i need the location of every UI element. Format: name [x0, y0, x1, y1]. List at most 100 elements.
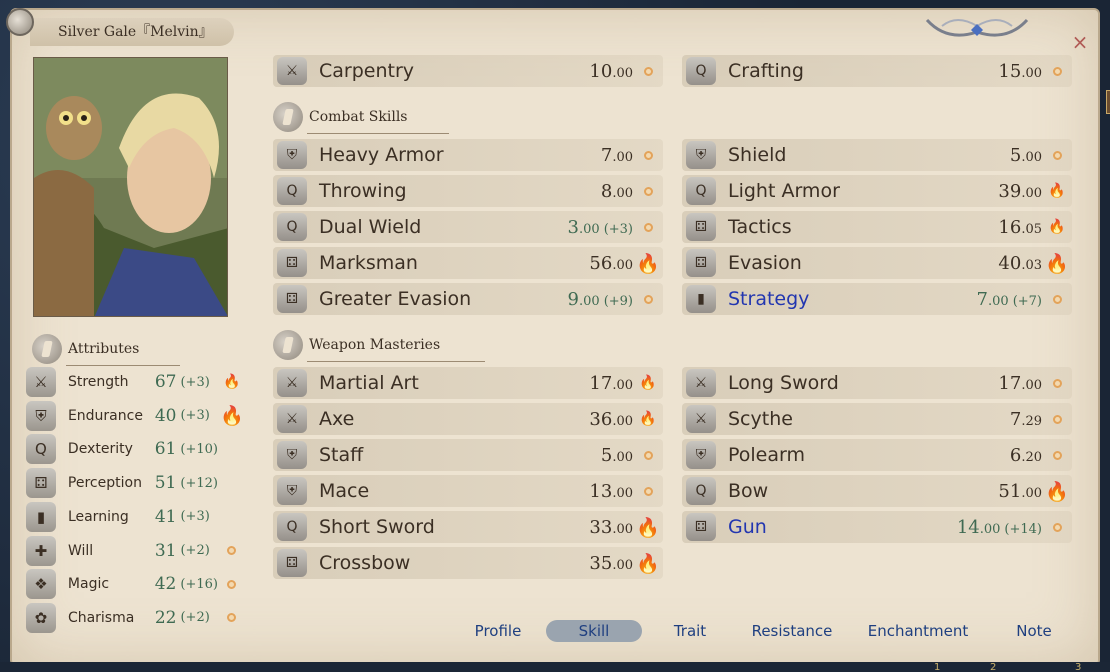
close-button[interactable]: ×: [1070, 32, 1090, 52]
scroll-handle[interactable]: [1106, 90, 1110, 114]
pin-icon: [6, 8, 34, 36]
attribute-label: Strength: [67, 374, 129, 390]
potential-dot-icon: [633, 222, 663, 232]
footer-number-3: 3: [1075, 662, 1082, 672]
skill-label[interactable]: Strategy: [728, 288, 977, 310]
skill-row-light-armor[interactable]: Q Light Armor 39.00 🔥: [682, 175, 1072, 207]
skill-value-decimal: .29: [1021, 413, 1042, 429]
skill-row-staff[interactable]: ⛨ Staff 5.00: [273, 439, 663, 471]
skill-label: Carpentry: [319, 60, 415, 82]
skill-row-greater-evasion[interactable]: ⚃ Greater Evasion 9.00 (+9): [273, 283, 663, 315]
attribute-label: Endurance: [67, 407, 143, 424]
skill-value-decimal: .00: [1021, 65, 1042, 81]
skill-row-long-sword[interactable]: ⚔ Long Sword 17.00: [682, 367, 1072, 399]
potential-dot-icon: [633, 186, 663, 196]
skill-value-decimal: .05: [1021, 221, 1042, 237]
skill-label: Martial Art: [319, 372, 419, 394]
skill-label: Evasion: [728, 252, 802, 274]
armor-icon: ⛨: [277, 141, 307, 169]
skill-value: 9.00 (+9): [568, 289, 633, 310]
skill-value-whole: 15: [998, 60, 1022, 82]
skill-value-whole: 56: [589, 252, 613, 274]
skill-row-crafting[interactable]: Q Crafting 15.00: [682, 55, 1072, 87]
dice-icon: ⚃: [277, 549, 307, 577]
skill-row-marksman[interactable]: ⚃ Marksman 56.00 🔥: [273, 247, 663, 279]
skill-row-martial-art[interactable]: ⚔ Martial Art 17.00 🔥: [273, 367, 663, 399]
crossed-swords-icon: ⚔: [277, 57, 307, 85]
attribute-row-dexterity[interactable]: Q Dexterity 61 (+10): [26, 433, 246, 465]
book-icon: ▮: [686, 285, 716, 313]
skill-row-evasion[interactable]: ⚃ Evasion 40.03 🔥: [682, 247, 1072, 279]
weapon-masteries-heading-label: Weapon Masteries: [309, 337, 441, 353]
skill-value-decimal: .00: [1021, 149, 1042, 165]
potential-dot-icon: [633, 486, 663, 496]
attribute-row-will[interactable]: ✚ Will 31 (+2): [26, 535, 246, 567]
skill-row-polearm[interactable]: ⛨ Polearm 6.20: [682, 439, 1072, 471]
skill-value-whole: 14: [956, 516, 980, 538]
attribute-row-endurance[interactable]: ⛨ Endurance 40 (+3) 🔥: [26, 400, 246, 432]
tab-enchantment[interactable]: Enchantment: [846, 620, 990, 642]
skill-row-mace[interactable]: ⛨ Mace 13.00: [273, 475, 663, 507]
skill-row-throwing[interactable]: Q Throwing 8.00: [273, 175, 663, 207]
crossed-swords-icon: ⚔: [26, 367, 56, 397]
skill-value: 7.29: [1010, 409, 1042, 430]
skill-row-short-sword[interactable]: Q Short Sword 33.00 🔥: [273, 511, 663, 543]
skill-label: Throwing: [319, 180, 407, 202]
attribute-bonus: (+3): [180, 408, 210, 424]
skill-row-bow[interactable]: Q Bow 51.00 🔥: [682, 475, 1072, 507]
skill-value: 15.00: [998, 61, 1042, 82]
attribute-value: 67: [154, 372, 177, 392]
skill-row-heavy-armor[interactable]: ⛨ Heavy Armor 7.00: [273, 139, 663, 171]
section-marker-icon: [32, 334, 62, 364]
tab-profile[interactable]: Profile: [450, 620, 546, 642]
skill-label[interactable]: Gun: [728, 516, 957, 538]
skill-row-gun[interactable]: ⚃ Gun 14.00 (+14): [682, 511, 1072, 543]
attribute-bonus: (+2): [180, 543, 210, 558]
potential-dot-icon: [218, 579, 246, 589]
flame-icon: 🔥: [1048, 219, 1066, 235]
skill-value: 13.00: [589, 481, 633, 502]
skill-value-whole: 7: [1009, 408, 1022, 430]
flame-plus-icon: 🔥: [636, 252, 660, 275]
skill-row-carpentry[interactable]: ⚔ Carpentry 10.00: [273, 55, 663, 87]
tab-skill[interactable]: Skill: [546, 620, 642, 642]
attribute-label: Will: [67, 542, 94, 559]
armor-icon: ⛨: [686, 441, 716, 469]
attribute-row-magic[interactable]: ❖ Magic 42 (+16): [26, 568, 246, 600]
attribute-row-strength[interactable]: ⚔ Strength 67 (+3) 🔥: [26, 366, 246, 398]
skill-row-tactics[interactable]: ⚃ Tactics 16.05 🔥: [682, 211, 1072, 243]
skill-label: Axe: [319, 408, 355, 430]
skill-row-axe[interactable]: ⚔ Axe 36.00 🔥: [273, 403, 663, 435]
attribute-row-learning[interactable]: ▮ Learning 41 (+3): [26, 501, 246, 533]
skill-value: 33.00: [589, 517, 633, 538]
skill-value: 16.05: [998, 217, 1042, 238]
skill-value-decimal: .00: [1021, 185, 1042, 201]
skill-value: 5.00: [1010, 145, 1042, 166]
potential-dot-icon: [1042, 66, 1072, 76]
skill-row-shield[interactable]: ⛨ Shield 5.00: [682, 139, 1072, 171]
potential-dot-icon: [1042, 150, 1072, 160]
tab-resistance[interactable]: Resistance: [738, 620, 846, 642]
skill-row-crossbow[interactable]: ⚃ Crossbow 35.00 🔥: [273, 547, 663, 579]
dice-icon: ⚃: [686, 513, 716, 541]
skill-row-scythe[interactable]: ⚔ Scythe 7.29: [682, 403, 1072, 435]
attribute-row-perception[interactable]: ⚃ Perception 51 (+12): [26, 467, 246, 499]
skill-value-decimal: .00: [1021, 485, 1042, 501]
skill-row-dual-wield[interactable]: Q Dual Wield 3.00 (+3): [273, 211, 663, 243]
weapon-masteries-heading: Weapon Masteries: [273, 330, 485, 362]
attribute-value: 61: [154, 439, 177, 460]
skill-row-strategy[interactable]: ▮ Strategy 7.00 (+7): [682, 283, 1072, 315]
tab-note[interactable]: Note: [990, 620, 1078, 642]
skill-value-decimal: .00: [612, 485, 633, 501]
dice-icon: ⚃: [686, 213, 716, 241]
skill-label: Crafting: [728, 60, 804, 82]
skill-label: Scythe: [728, 408, 793, 430]
skill-value-whole: 10: [589, 60, 613, 82]
tab-trait[interactable]: Trait: [642, 620, 738, 642]
combat-skills-heading: Combat Skills: [273, 102, 449, 134]
skill-label: Mace: [319, 480, 370, 502]
tab-bar: Profile Skill Trait Resistance Enchantment No…: [450, 620, 1078, 642]
attribute-row-charisma[interactable]: ✿ Charisma 22 (+2): [26, 602, 246, 634]
attribute-bonus: (+16): [180, 576, 218, 592]
skill-value-whole: 6: [1009, 444, 1022, 466]
